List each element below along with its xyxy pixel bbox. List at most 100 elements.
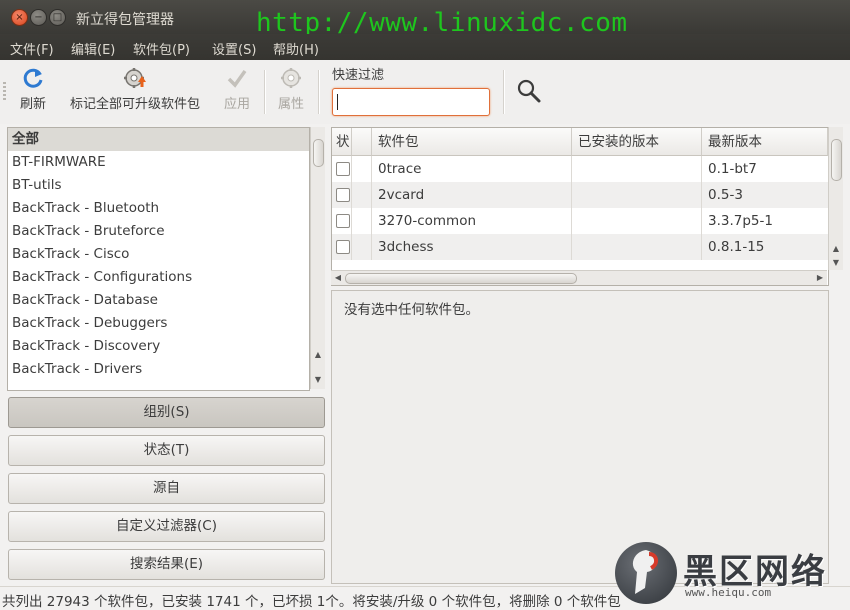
menu-file[interactable]: 文件(F) xyxy=(10,39,54,58)
package-table[interactable]: 状 软件包 已安装的版本 最新版本 0trace 0.1-bt7 2vcard … xyxy=(331,127,829,286)
package-checkbox[interactable] xyxy=(336,188,350,202)
package-name: 3dchess xyxy=(372,234,572,260)
category-item[interactable]: BackTrack - Configurations xyxy=(8,266,309,289)
latest-version: 0.5-3 xyxy=(708,187,743,203)
status-cell xyxy=(332,208,352,234)
toolbar-grip xyxy=(3,82,6,102)
category-item[interactable]: BackTrack - Drivers xyxy=(8,358,309,381)
package-details-pane: 没有选中任何软件包。 xyxy=(331,290,829,584)
support-cell xyxy=(352,182,372,208)
menu-edit[interactable]: 编辑(E) xyxy=(71,39,115,58)
view-custom-filters-button[interactable]: 自定义过滤器(C) xyxy=(8,511,325,542)
title-bar: × − □ 新立得包管理器 http://www.linuxidc.com xyxy=(0,0,850,38)
menu-settings[interactable]: 设置(S) xyxy=(212,39,256,58)
properties-gear-icon xyxy=(281,68,301,88)
category-item[interactable]: BackTrack - Bruteforce xyxy=(8,220,309,243)
scrollbar-thumb[interactable] xyxy=(831,139,842,181)
view-search-results-button[interactable]: 搜索结果(E) xyxy=(8,549,325,580)
menu-package[interactable]: 软件包(P) xyxy=(133,39,190,58)
column-header-package[interactable]: 软件包 xyxy=(372,128,572,156)
status-text: 共列出 27943 个软件包，已安装 1741 个，已坏损 1个。将安装/升级 … xyxy=(2,594,621,610)
category-item[interactable]: BackTrack - Bluetooth xyxy=(8,197,309,220)
table-row[interactable]: 0trace 0.1-bt7 xyxy=(332,156,828,182)
package-name: 3270-common xyxy=(372,208,572,234)
latest-version: 0.8.1-15 xyxy=(708,239,765,255)
scrollbar-thumb[interactable] xyxy=(313,139,324,167)
support-cell xyxy=(352,156,372,182)
quick-filter-input[interactable] xyxy=(332,88,490,116)
package-table-vscrollbar[interactable]: ▲ ▼ xyxy=(828,127,843,270)
category-item[interactable]: BackTrack - Debuggers xyxy=(8,312,309,335)
reload-label: 刷新 xyxy=(19,97,46,112)
no-package-selected-text: 没有选中任何软件包。 xyxy=(344,302,479,318)
category-scrollbar[interactable]: ▲ ▼ xyxy=(310,127,325,389)
view-status-button[interactable]: 状态(T) xyxy=(8,435,325,466)
maximize-window-button[interactable]: □ xyxy=(49,9,66,26)
scrollbar-thumb[interactable] xyxy=(345,273,577,284)
search-icon[interactable] xyxy=(516,78,542,104)
gear-upgrade-icon xyxy=(124,68,146,88)
category-item[interactable]: BackTrack - Discovery xyxy=(8,335,309,358)
package-checkbox[interactable] xyxy=(336,162,350,176)
package-checkbox[interactable] xyxy=(336,240,350,254)
apply-label: 应用 xyxy=(223,97,250,112)
installed-version xyxy=(572,182,702,208)
column-header-latest-version[interactable]: 最新版本 xyxy=(702,128,828,156)
package-name: 0trace xyxy=(372,156,572,182)
mark-all-upgrades-button[interactable]: 标记全部可升级软件包 xyxy=(58,66,212,112)
logo-url: www.heiqu.com xyxy=(685,586,772,599)
apply-button[interactable]: 应用 xyxy=(220,66,254,112)
status-cell xyxy=(332,156,352,182)
toolbar: 刷新 标记全部可升级软件包 应用 属性 快速过滤 xyxy=(0,60,850,124)
view-origin-button[interactable]: 源自 xyxy=(8,473,325,504)
status-cell xyxy=(332,182,352,208)
category-item[interactable]: BackTrack - Database xyxy=(8,289,309,312)
scroll-up-arrow-icon[interactable]: ▲ xyxy=(311,349,325,361)
properties-button[interactable]: 属性 xyxy=(274,66,308,112)
category-item[interactable]: BT-utils xyxy=(8,174,309,197)
column-header-installed-version[interactable]: 已安装的版本 xyxy=(572,128,702,156)
menu-bar: 文件(F) 编辑(E) 软件包(P) 设置(S) 帮助(H) xyxy=(0,34,850,60)
installed-version xyxy=(572,208,702,234)
checkmark-icon xyxy=(227,69,247,88)
toolbar-separator xyxy=(264,70,266,114)
category-list[interactable]: 全部 BT-FIRMWARE BT-utils BackTrack - Blue… xyxy=(7,127,310,391)
package-checkbox[interactable] xyxy=(336,214,350,228)
support-cell xyxy=(352,234,372,260)
installed-version xyxy=(572,234,702,260)
quick-filter-label: 快速过滤 xyxy=(332,68,385,83)
toolbar-separator xyxy=(318,70,320,114)
logo-emblem-icon xyxy=(615,542,677,604)
support-cell xyxy=(352,208,372,234)
toolbar-separator xyxy=(503,70,505,114)
close-window-button[interactable]: × xyxy=(11,9,28,26)
column-header-support[interactable] xyxy=(352,128,372,156)
minimize-window-button[interactable]: − xyxy=(30,9,47,26)
table-row[interactable]: 3270-common 3.3.7p5-1 xyxy=(332,208,828,234)
menu-help[interactable]: 帮助(H) xyxy=(273,39,319,58)
scroll-up-arrow-icon[interactable]: ▲ xyxy=(829,243,843,255)
category-item-all[interactable]: 全部 xyxy=(8,128,309,151)
category-item[interactable]: BT-FIRMWARE xyxy=(8,151,309,174)
site-logo: 黑区网络 www.heiqu.com xyxy=(615,542,850,609)
scroll-left-arrow-icon[interactable]: ◀ xyxy=(331,272,345,284)
table-row[interactable]: 2vcard 0.5-3 xyxy=(332,182,828,208)
table-row[interactable]: 3dchess 0.8.1-15 xyxy=(332,234,828,260)
view-sections-button[interactable]: 组别(S) xyxy=(8,397,325,428)
reload-button[interactable]: 刷新 xyxy=(14,66,52,112)
scroll-right-arrow-icon[interactable]: ▶ xyxy=(813,272,827,284)
text-caret xyxy=(337,94,338,110)
window-title: 新立得包管理器 xyxy=(76,12,174,28)
latest-version: 3.3.7p5-1 xyxy=(708,213,773,229)
mark-all-upgrades-label: 标记全部可升级软件包 xyxy=(69,97,200,112)
scroll-down-arrow-icon[interactable]: ▼ xyxy=(311,374,325,386)
status-cell xyxy=(332,234,352,260)
package-table-hscrollbar[interactable]: ◀ ▶ xyxy=(331,270,827,285)
latest-version: 0.1-bt7 xyxy=(708,161,757,177)
category-item[interactable]: BackTrack - Cisco xyxy=(8,243,309,266)
scroll-down-arrow-icon[interactable]: ▼ xyxy=(829,257,843,269)
properties-label: 属性 xyxy=(277,97,304,112)
column-header-status[interactable]: 状 xyxy=(332,128,352,156)
reload-icon xyxy=(23,68,43,88)
package-name: 2vcard xyxy=(372,182,572,208)
